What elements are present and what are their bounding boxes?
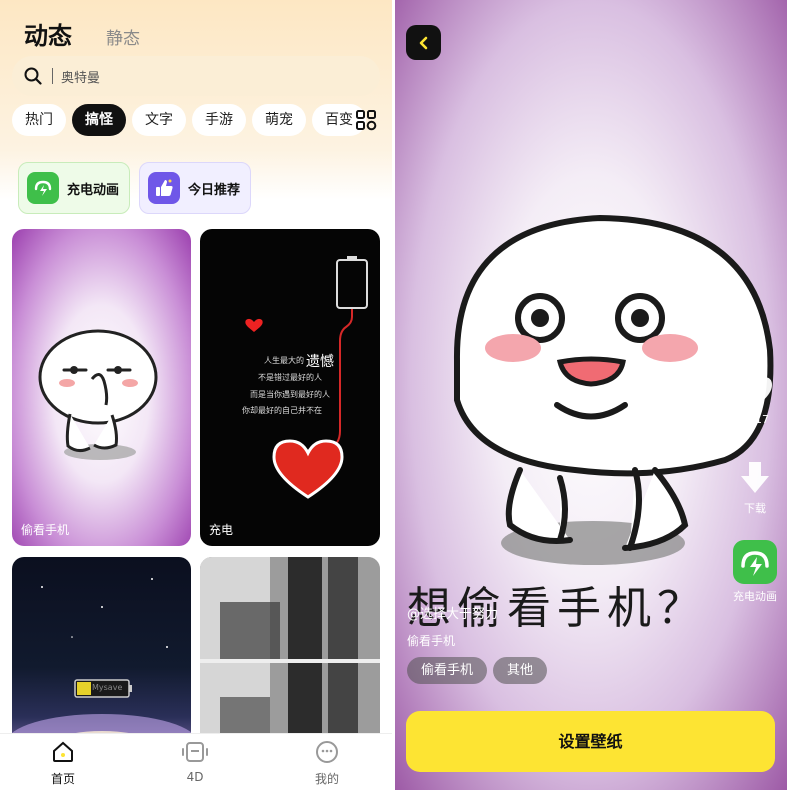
top-tabs: 动态 静态 (24, 16, 140, 51)
wallpaper-card[interactable] (200, 557, 380, 757)
quote-line-1: 人生最大的 (264, 356, 304, 365)
category-grid-icon[interactable] (355, 109, 377, 131)
tag-chip[interactable]: 偷看手机 (407, 657, 488, 684)
back-button[interactable] (406, 25, 441, 60)
wallpaper-preview-panel: 3017 下载 充电动画 想偷看手机？ @选择大于努力 偷看手机 偷看手机 其他… (395, 0, 787, 790)
today-recommend-button[interactable]: 今日推荐 (139, 162, 251, 214)
peeking-character-illustration (38, 329, 158, 460)
search-divider (52, 68, 53, 84)
card-caption: 充电 (209, 523, 234, 537)
nav-mine[interactable]: 我的 (297, 740, 357, 787)
charge-animation-shortcut[interactable]: 充电动画 (729, 540, 781, 604)
4d-icon (182, 742, 208, 762)
profile-face-icon (316, 741, 338, 763)
download-arrow-icon (741, 462, 769, 493)
quote-line-3: 不是错过最好的人 (258, 373, 322, 382)
nav-home[interactable]: 首页 (33, 740, 93, 787)
set-wallpaper-button[interactable]: 设置壁纸 (406, 711, 775, 772)
wallpaper-card[interactable]: Mysave (12, 557, 191, 757)
tag-chip[interactable]: 其他 (493, 657, 548, 684)
download-button[interactable]: 下载 (729, 460, 781, 516)
download-label: 下载 (744, 502, 766, 515)
like-button[interactable]: 3017 (729, 375, 781, 426)
charge-animation-shortcut-label: 充电动画 (733, 590, 777, 603)
wallpaper-card[interactable]: 人生最大的 遗憾 不是错过最好的人 而是当你遇到最好的人 你却最好的自己并不在 … (200, 229, 380, 546)
like-count: 3017 (741, 413, 769, 426)
charge-animation-label: 充电动画 (67, 182, 120, 198)
thumbs-up-icon (148, 172, 180, 204)
home-feed-panel: 动态 静态 奥特曼 热门 搞怪 文字 手游 萌宠 百变 充电动画 今日推荐 偷看… (0, 0, 392, 790)
quote-line-4: 而是当你遇到最好的人 (250, 390, 330, 399)
category-games[interactable]: 手游 (192, 104, 246, 136)
category-tabs: 热门 搞怪 文字 手游 萌宠 百变 (12, 104, 366, 136)
charge-animation-button[interactable]: 充电动画 (18, 162, 130, 214)
quote-line-5: 你却最好的自己并不在 (242, 406, 322, 415)
search-bar[interactable]: 奥特曼 (12, 56, 380, 96)
tag-list: 偷看手机 其他 (407, 657, 548, 684)
galaxy-battery-illustration (12, 578, 191, 757)
search-placeholder: 奥特曼 (61, 70, 101, 86)
search-icon (24, 67, 42, 85)
heart-icon (738, 377, 772, 407)
wallpaper-card[interactable]: 偷看手机 (12, 229, 191, 546)
card-caption: 偷看手机 (21, 523, 70, 537)
legs-photo-illustration (200, 557, 380, 757)
charge-animation-icon (27, 172, 59, 204)
category-pets[interactable]: 萌宠 (252, 104, 306, 136)
chevron-left-icon (419, 36, 427, 49)
bottom-navigation: 首页 4D 我的 (0, 733, 392, 790)
author-handle[interactable]: @选择大于努力 (407, 603, 498, 622)
nav-4d[interactable]: 4D (165, 740, 225, 784)
charge-animation-icon (733, 540, 777, 584)
tab-static[interactable]: 静态 (106, 24, 140, 49)
nav-mine-label: 我的 (314, 772, 339, 786)
wallpaper-title: 偷看手机 (407, 634, 456, 648)
nav-4d-label: 4D (186, 770, 204, 784)
category-hot[interactable]: 热门 (12, 104, 66, 136)
today-recommend-label: 今日推荐 (188, 182, 241, 198)
quote-line-2: 遗憾 (306, 354, 334, 370)
tab-dynamic[interactable]: 动态 (24, 16, 72, 51)
home-icon (53, 741, 73, 762)
battery-label: Mysave (92, 683, 123, 692)
nav-home-label: 首页 (50, 772, 75, 786)
category-funny[interactable]: 搞怪 (72, 104, 126, 136)
charging-illustration (245, 256, 368, 499)
category-text[interactable]: 文字 (132, 104, 186, 136)
